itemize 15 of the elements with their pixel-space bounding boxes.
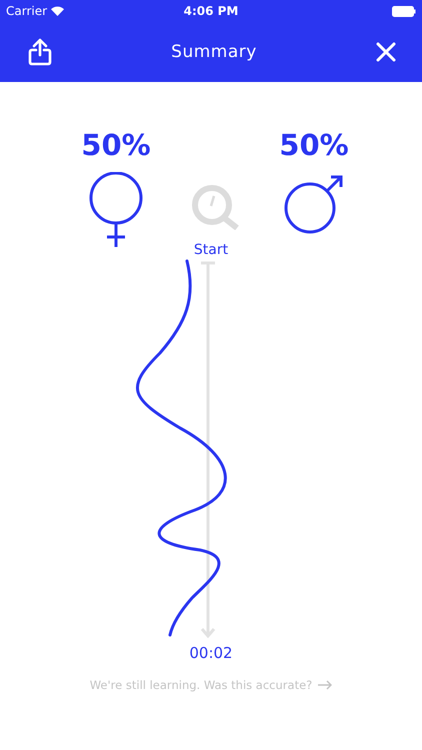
share-button[interactable] [28,38,52,66]
logo-icon [189,184,241,230]
percentage-value: 50% [81,128,151,162]
female-symbol-icon [88,172,144,248]
duration-label: 00:02 [189,644,233,662]
battery-icon [392,6,416,16]
clock-time: 4:06 PM [184,4,238,18]
carrier-label: Carrier [6,4,48,18]
start-label: Start [194,242,228,258]
close-button[interactable] [376,42,396,62]
screen-title: Summary [171,42,257,62]
feedback-link[interactable]: We're still learning. Was this accurate? [90,678,332,692]
percentage-value: 50% [279,128,349,162]
wifi-icon [51,6,64,16]
arrow-right-icon [318,680,332,690]
